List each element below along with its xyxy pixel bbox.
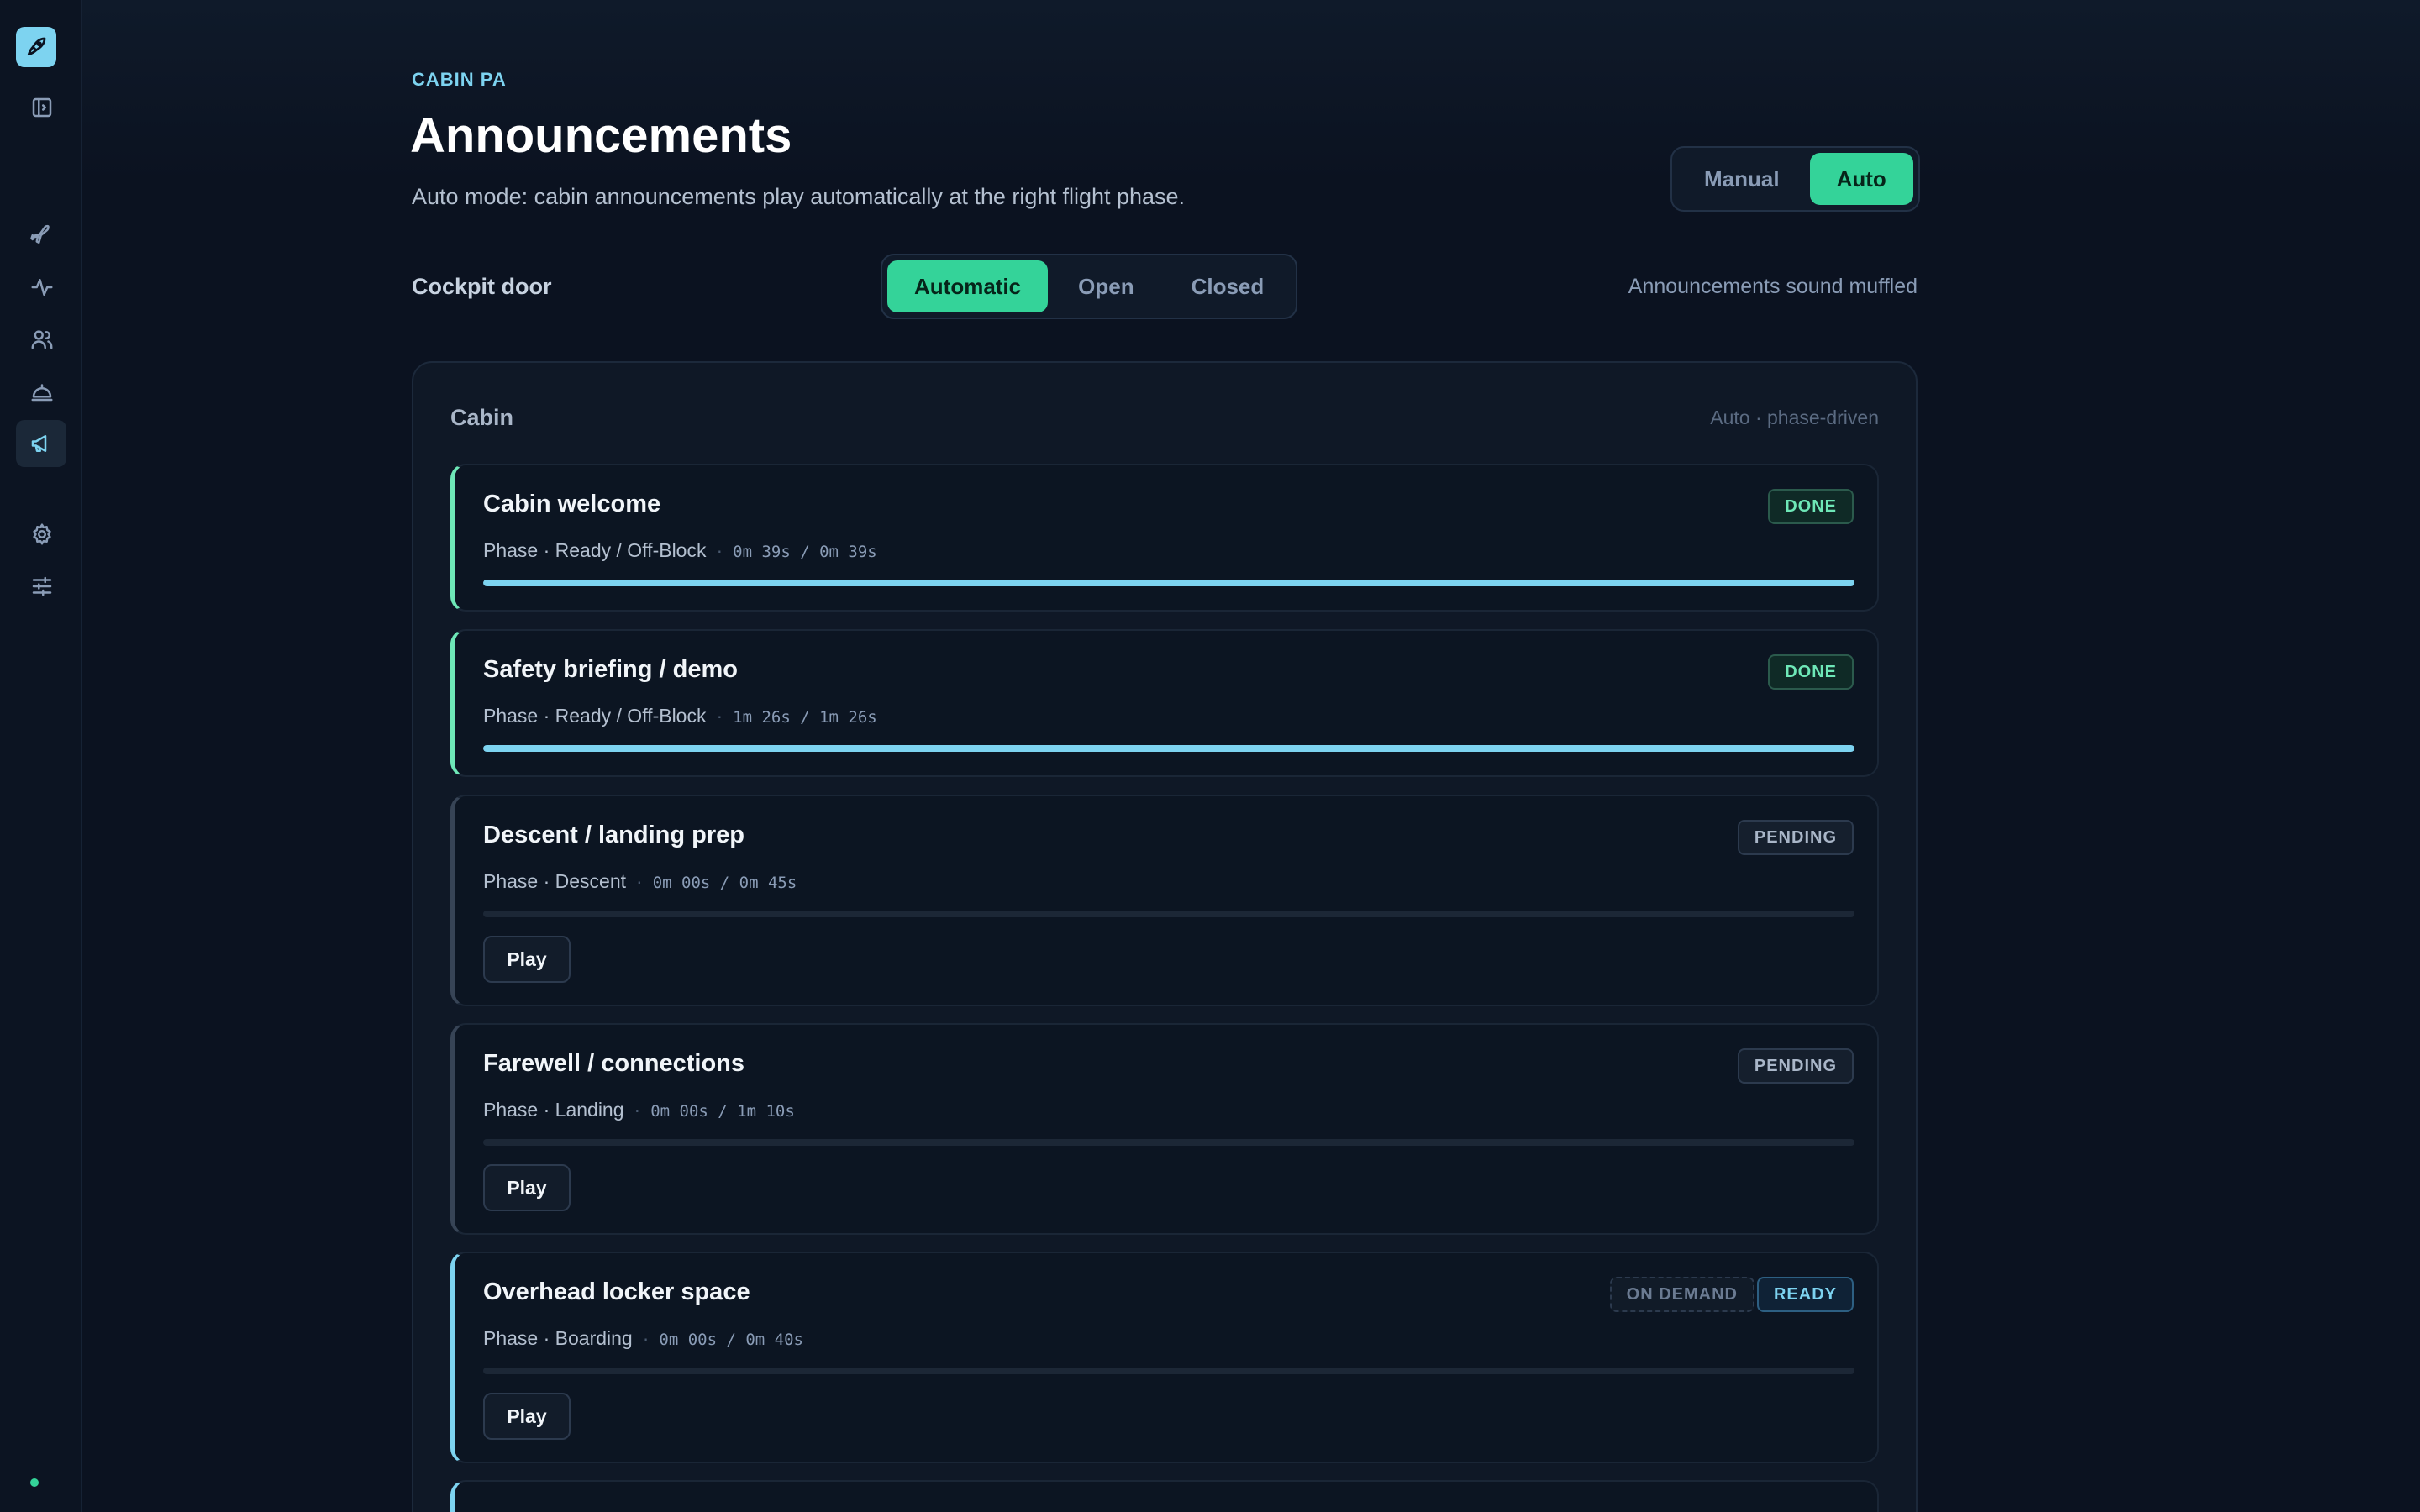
announcement-card: Descent / landing prep PENDING Phase · D… xyxy=(450,795,1879,1006)
progress-track xyxy=(483,1368,1854,1374)
announcement-time: 0m 00s / 0m 45s xyxy=(652,874,797,892)
announcement-title: Safety briefing / demo xyxy=(483,656,738,683)
door-closed-button[interactable]: Closed xyxy=(1165,260,1292,312)
panel-meta: Auto · phase-driven xyxy=(1710,407,1879,428)
cockpit-door-toggle: Automatic Open Closed xyxy=(881,254,1298,319)
status-badge: DONE xyxy=(1768,654,1854,690)
announcement-phase: Phase · Ready / Off-Block xyxy=(483,539,707,561)
users-icon[interactable] xyxy=(25,323,59,356)
announcement-card: Safety briefing / demo DONE Phase · Read… xyxy=(450,629,1879,777)
page-title: Announcements xyxy=(410,108,792,163)
progress-fill xyxy=(483,745,1854,752)
announcement-card: Overhead locker space ON DEMAND READY Ph… xyxy=(450,1252,1879,1463)
page-subtitle: Auto mode: cabin announcements play auto… xyxy=(412,184,1186,209)
announcement-meta: Phase · Boarding · 0m 00s / 0m 40s xyxy=(483,1327,803,1349)
page-eyebrow: CABIN PA xyxy=(412,69,507,90)
service-bell-icon[interactable] xyxy=(25,375,59,408)
announcement-meta: Phase · Ready / Off-Block · 0m 39s / 0m 39… xyxy=(483,539,877,561)
on-demand-tag: ON DEMAND xyxy=(1609,1277,1754,1312)
mode-manual-button[interactable]: Manual xyxy=(1677,153,1807,205)
announcement-phase: Phase · Boarding xyxy=(483,1327,633,1349)
announcement-title: Farewell / connections xyxy=(483,1050,745,1077)
progress-track xyxy=(483,745,1854,752)
play-button[interactable]: Play xyxy=(483,1393,571,1440)
progress-track xyxy=(483,1139,1854,1146)
announcement-time: 0m 39s / 0m 39s xyxy=(733,543,877,561)
announcement-phase: Phase · Descent xyxy=(483,870,627,892)
status-badge: DONE xyxy=(1768,489,1854,524)
activity-icon[interactable] xyxy=(25,270,59,304)
plane-icon[interactable] xyxy=(25,218,59,252)
sidebar xyxy=(0,0,82,1512)
announcement-card-partial xyxy=(450,1480,1879,1512)
announcement-time: 0m 00s / 1m 10s xyxy=(650,1102,795,1121)
gear-icon[interactable] xyxy=(25,517,59,551)
status-badge: PENDING xyxy=(1737,820,1854,855)
announcement-phase: Phase · Ready / Off-Block xyxy=(483,705,707,727)
announcement-time: 1m 26s / 1m 26s xyxy=(733,708,877,727)
progress-fill xyxy=(483,580,1854,586)
rocket-logo[interactable] xyxy=(16,27,56,67)
announcement-meta: Phase · Landing · 0m 00s / 1m 10s xyxy=(483,1099,795,1121)
door-automatic-button[interactable]: Automatic xyxy=(887,260,1049,312)
announcement-meta: Phase · Ready / Off-Block · 1m 26s / 1m 26… xyxy=(483,705,877,727)
sliders-icon[interactable] xyxy=(25,570,59,603)
announcement-title: Overhead locker space xyxy=(483,1278,750,1305)
door-open-button[interactable]: Open xyxy=(1051,260,1160,312)
announcement-title: Descent / landing prep xyxy=(483,822,744,848)
cockpit-door-label: Cockpit door xyxy=(412,274,552,299)
announcement-time: 0m 00s / 0m 40s xyxy=(659,1331,803,1349)
mode-auto-button[interactable]: Auto xyxy=(1809,153,1913,205)
cabin-panel: Cabin Auto · phase-driven Cabin welcome … xyxy=(412,361,1918,1512)
announcement-phase: Phase · Landing xyxy=(483,1099,624,1121)
play-button[interactable]: Play xyxy=(483,936,571,983)
status-badge: READY xyxy=(1756,1277,1854,1312)
megaphone-icon[interactable] xyxy=(16,420,66,467)
announcement-card: Cabin welcome DONE Phase · Ready / Off-B… xyxy=(450,464,1879,612)
status-badge: PENDING xyxy=(1737,1048,1854,1084)
announcement-title: Cabin welcome xyxy=(483,491,661,517)
cockpit-door-note: Announcements sound muffled xyxy=(1628,275,1918,298)
sidebar-toggle-icon[interactable] xyxy=(25,91,59,124)
progress-track xyxy=(483,580,1854,586)
progress-track xyxy=(483,911,1854,917)
connection-status-dot xyxy=(30,1478,39,1487)
mode-toggle: Manual Auto xyxy=(1670,146,1920,212)
announcement-meta: Phase · Descent · 0m 00s / 0m 45s xyxy=(483,870,797,892)
announcement-card: Farewell / connections PENDING Phase · L… xyxy=(450,1023,1879,1235)
play-button[interactable]: Play xyxy=(483,1164,571,1211)
panel-title: Cabin xyxy=(450,405,514,430)
